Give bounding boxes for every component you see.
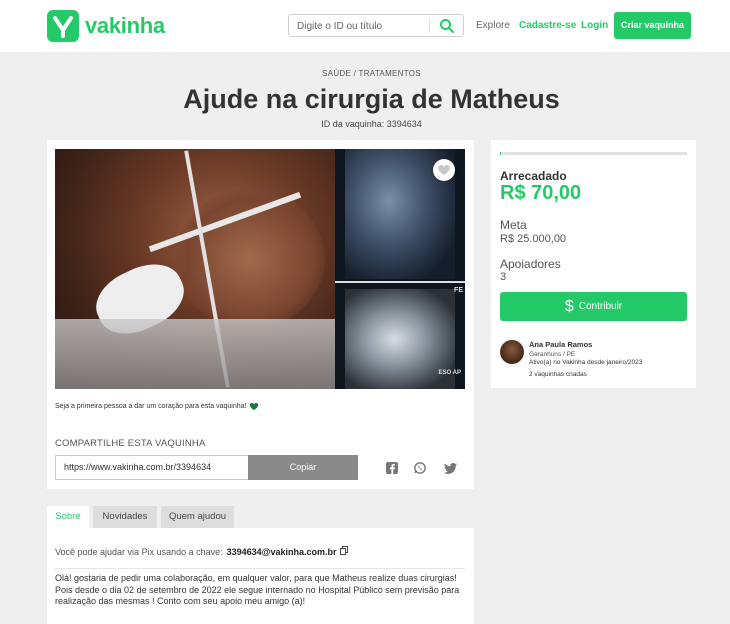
raised-value: R$ 70,00 — [500, 182, 582, 204]
tab-quem-ajudou[interactable]: Quem ajudou — [161, 506, 234, 528]
goal-value: R$ 25.000,00 — [500, 233, 567, 245]
organizer-since: Ativo(a) no Vakinha desde janeiro/2023 — [529, 359, 643, 366]
search-icon[interactable] — [439, 18, 455, 39]
campaign-category[interactable]: SAÚDE / TRATAMENTOS — [0, 69, 730, 78]
goal-label: Meta — [500, 218, 527, 232]
xray-photo: FE ESO AP — [335, 149, 465, 389]
heart-prompt: Seja a primeira pessoa a dar um coração … — [55, 402, 259, 411]
share-url-field[interactable]: https://www.vakinha.com.br/3394634 — [55, 455, 248, 480]
about-divider — [55, 568, 465, 569]
organizer-location: Garanhuns / PE — [529, 351, 576, 358]
search-input[interactable] — [297, 18, 427, 34]
create-campaign-button[interactable]: Criar vaquinha — [614, 12, 691, 39]
contribute-label: Contribuir — [578, 301, 623, 312]
tab-sobre[interactable]: Sobre — [47, 506, 89, 528]
organizer-name[interactable]: Ana Paula Ramos — [529, 340, 592, 349]
nav-login-link[interactable]: Login — [581, 20, 608, 31]
logo-mark-icon — [47, 10, 79, 42]
twitter-icon[interactable] — [444, 461, 457, 479]
whatsapp-icon[interactable] — [414, 461, 426, 479]
brand-name: vakinha — [85, 13, 165, 38]
heart-outline-icon — [438, 164, 450, 175]
dollar-icon: $ — [564, 297, 574, 315]
patient-photo — [55, 149, 335, 389]
donation-stats-card: Arrecadado R$ 70,00 Meta R$ 25.000,00 Ap… — [491, 140, 696, 388]
tab-novidades[interactable]: Novidades — [93, 506, 157, 528]
heart-icon — [250, 402, 259, 411]
xray-label-bottom: ESO AP — [438, 370, 461, 376]
contribute-button[interactable]: $ Contribuir — [500, 292, 687, 321]
search-divider — [429, 18, 430, 33]
nav-signup-link[interactable]: Cadastre-se — [519, 20, 576, 31]
campaign-id: ID da vaquinha: 3394634 — [321, 119, 422, 129]
organizer-avatar[interactable] — [500, 340, 524, 364]
logo[interactable]: vakinha — [47, 10, 165, 42]
progress-bar — [500, 152, 687, 155]
heart-button[interactable] — [433, 159, 455, 181]
supporters-value: 3 — [500, 271, 507, 283]
campaign-photo[interactable]: FE ESO AP — [55, 149, 465, 389]
copy-icon[interactable] — [340, 546, 349, 557]
copy-button[interactable]: Copiar — [248, 455, 358, 480]
campaign-media-card: FE ESO AP Seja a primeira pessoa a dar u… — [47, 140, 474, 489]
raised-label: Arrecadado — [500, 169, 567, 183]
search-box — [288, 14, 464, 37]
organizer-campaign-count: 2 vaquinhas criadas — [529, 371, 587, 378]
nav-explore-link[interactable]: Explore — [476, 20, 510, 31]
campaign-description: Olá! gostaria de pedir uma colaboração, … — [55, 573, 460, 606]
xray-label-top: FE — [454, 287, 463, 294]
pix-key: 3394634@vakinha.com.br — [226, 546, 337, 557]
about-panel: Você pode ajudar via Pix usando a chave:… — [47, 528, 474, 624]
top-header: vakinha Explore Cadastre-se Login Criar … — [0, 0, 730, 52]
supporters-label: Apoiadores — [500, 257, 561, 271]
facebook-icon[interactable] — [386, 461, 398, 479]
page-title: Ajude na cirurgia de Matheus — [183, 84, 560, 114]
heart-prompt-text: Seja a primeira pessoa a dar um coração … — [55, 403, 247, 410]
pix-line: Você pode ajudar via Pix usando a chave:… — [55, 546, 349, 557]
progress-fill — [500, 152, 501, 155]
pix-prefix: Você pode ajudar via Pix usando a chave: — [55, 546, 223, 557]
share-title: COMPARTILHE ESTA VAQUINHA — [55, 438, 206, 449]
